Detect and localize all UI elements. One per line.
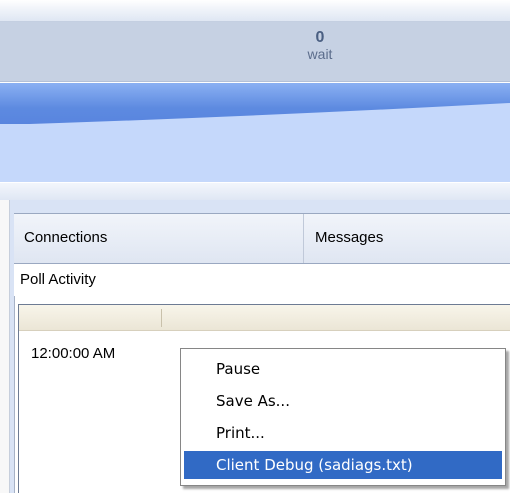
left-edge-strip	[0, 200, 10, 493]
poll-activity-title: Poll Activity	[14, 264, 510, 296]
top-toolbar-strip	[0, 0, 510, 22]
tab-connections[interactable]: Connections	[14, 214, 304, 263]
row-time: 12:00:00 AM	[31, 345, 116, 362]
tab-bar: Connections Messages	[14, 213, 510, 264]
menu-item-pause[interactable]: Pause	[184, 355, 502, 383]
banner-swoosh	[0, 103, 510, 129]
stats-band: 0 wait	[0, 22, 510, 82]
menu-item-save-as[interactable]: Save As...	[184, 387, 502, 415]
list-column-header[interactable]	[19, 305, 510, 331]
menu-item-print[interactable]: Print...	[184, 419, 502, 447]
section-separator	[0, 182, 510, 200]
wait-label: wait	[307, 46, 333, 62]
context-menu: Pause Save As... Print... Client Debug (…	[180, 348, 506, 486]
wait-count: 0	[315, 29, 325, 46]
tab-messages[interactable]: Messages	[305, 214, 510, 263]
menu-item-client-debug[interactable]: Client Debug (sadiags.txt)	[184, 451, 502, 479]
column-divider[interactable]	[161, 309, 162, 327]
banner-panel	[0, 124, 510, 182]
